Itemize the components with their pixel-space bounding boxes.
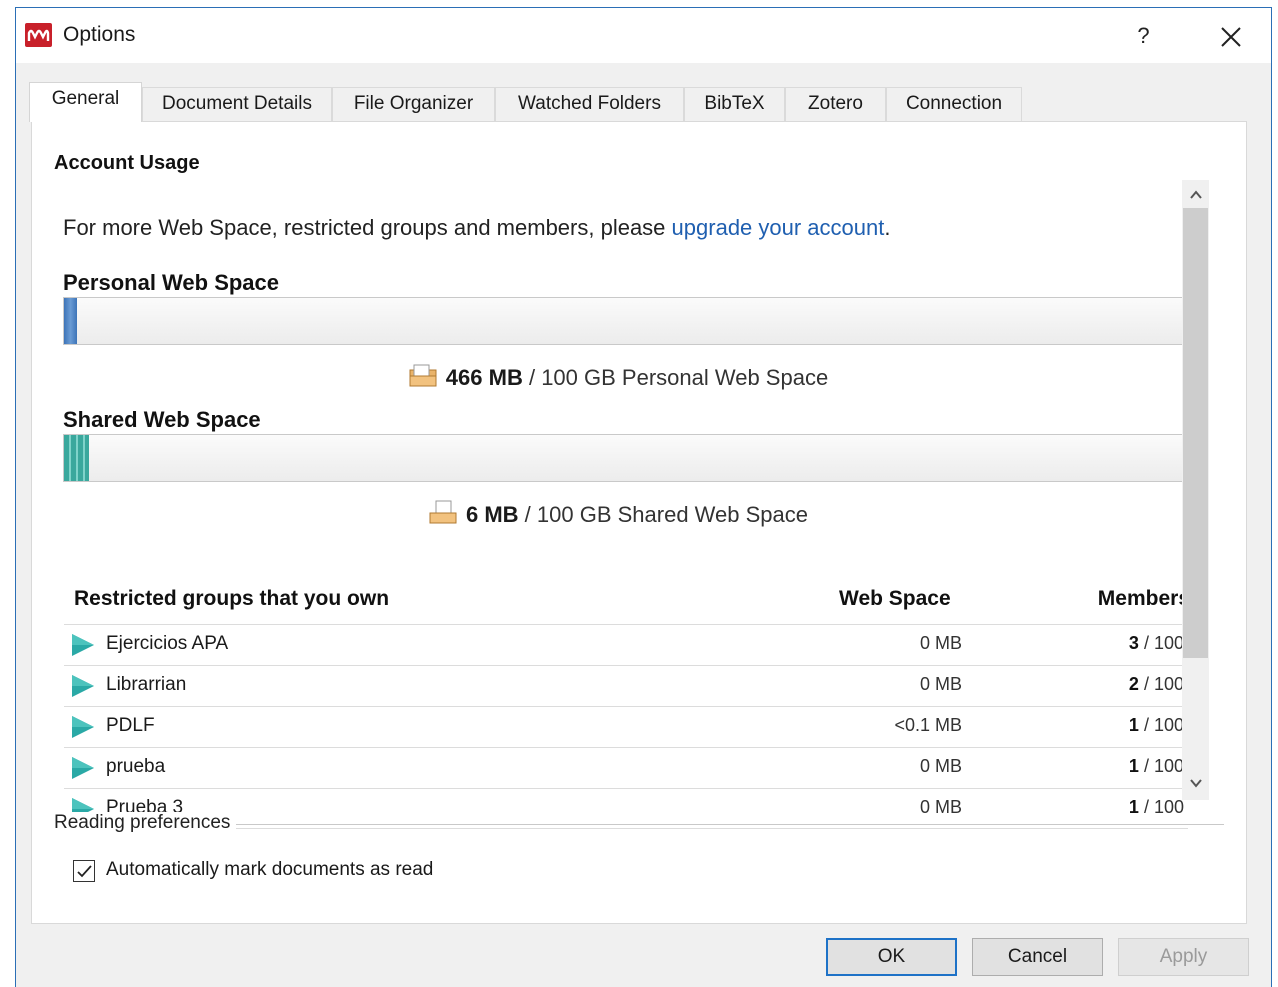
group-web-space: 0 MB bbox=[919, 633, 962, 653]
group-icon bbox=[72, 634, 94, 656]
tab-general[interactable]: General bbox=[29, 82, 142, 122]
group-members: 1 / 100 bbox=[1129, 715, 1184, 736]
tab-zotero[interactable]: Zotero bbox=[785, 87, 886, 121]
group-members-total: / 100 bbox=[1143, 633, 1184, 653]
group-web-space: <0.1 MB bbox=[894, 715, 962, 735]
personal-web-space-title: Personal Web Space bbox=[63, 270, 280, 295]
personal-used-value: 466 MB bbox=[445, 365, 523, 390]
group-icon bbox=[72, 675, 94, 697]
shared-web-space-bar-fill bbox=[64, 435, 89, 481]
window-title: Options bbox=[63, 23, 136, 46]
group-members-total: / 100 bbox=[1143, 756, 1184, 776]
group-members-count: 2 bbox=[1128, 674, 1139, 694]
personal-web-space-bar-fill bbox=[64, 298, 78, 344]
table-row[interactable]: prueba 0 MB 1 / 100 bbox=[64, 747, 1188, 788]
personal-usage-text: 466 MB / 100 GB Personal Web Space bbox=[48, 362, 1188, 391]
auto-mark-read-label[interactable]: Automatically mark documents as read bbox=[106, 859, 433, 881]
group-members-count: 1 bbox=[1128, 715, 1139, 735]
upgrade-info-suffix: . bbox=[884, 215, 891, 240]
group-icon bbox=[72, 716, 94, 738]
shared-usage-text: 6 MB / 100 GB Shared Web Space bbox=[48, 499, 1188, 528]
group-members-count: 1 bbox=[1128, 756, 1139, 776]
scroll-thumb[interactable] bbox=[1183, 208, 1208, 658]
personal-web-space-bar bbox=[63, 297, 1189, 345]
mendeley-logo-icon bbox=[25, 23, 52, 47]
account-usage-title: Account Usage bbox=[54, 152, 200, 174]
help-button[interactable]: ? bbox=[1121, 16, 1166, 56]
group-members: 3 / 100 bbox=[1129, 633, 1184, 654]
close-button[interactable] bbox=[1206, 16, 1256, 56]
group-members: 1 / 100 bbox=[1129, 797, 1184, 818]
group-members-total: / 100 bbox=[1143, 797, 1184, 817]
group-members: 2 / 100 bbox=[1129, 674, 1184, 695]
upgrade-info-text: For more Web Space, restricted groups an… bbox=[63, 215, 891, 241]
scroll-up-arrow-icon[interactable] bbox=[1189, 188, 1203, 202]
options-dialog: Options ? General Document Details File … bbox=[15, 7, 1272, 987]
shared-total-value: / 100 GB Shared Web Space bbox=[524, 502, 808, 527]
upgrade-account-link[interactable]: upgrade your account bbox=[672, 215, 885, 240]
checkmark-icon bbox=[77, 865, 92, 878]
table-row[interactable]: Librarrian 0 MB 2 / 100 bbox=[64, 665, 1188, 706]
groups-header-members: Members bbox=[1097, 587, 1190, 610]
tab-document-details[interactable]: Document Details bbox=[142, 87, 332, 121]
general-panel: Account Usage For more Web Space, restri… bbox=[31, 121, 1247, 924]
cancel-button[interactable]: Cancel bbox=[972, 938, 1103, 976]
personal-storage-icon bbox=[409, 364, 437, 387]
group-members-count: 1 bbox=[1128, 797, 1139, 817]
shared-storage-icon bbox=[429, 500, 457, 524]
groups-header-web-space: Web Space bbox=[839, 587, 951, 610]
close-icon bbox=[1221, 27, 1241, 47]
vertical-scrollbar[interactable] bbox=[1182, 180, 1209, 800]
title-bar: Options ? bbox=[16, 8, 1271, 63]
group-members: 1 / 100 bbox=[1129, 756, 1184, 777]
group-name: Librarrian bbox=[106, 674, 187, 695]
group-members-total: / 100 bbox=[1143, 674, 1184, 694]
group-members-total: / 100 bbox=[1143, 715, 1184, 735]
group-web-space: 0 MB bbox=[919, 674, 962, 694]
reading-preferences-label: Reading preferences bbox=[54, 812, 237, 834]
tab-file-organizer[interactable]: File Organizer bbox=[332, 87, 495, 121]
apply-button[interactable]: Apply bbox=[1118, 938, 1249, 976]
table-row[interactable]: Ejercicios APA 0 MB 3 / 100 bbox=[64, 624, 1188, 665]
tab-connection[interactable]: Connection bbox=[886, 87, 1022, 121]
shared-web-space-bar bbox=[63, 434, 1189, 482]
group-web-space: 0 MB bbox=[919, 797, 962, 817]
group-web-space: 0 MB bbox=[919, 756, 962, 776]
group-name: PDLF bbox=[106, 715, 155, 736]
group-name: prueba bbox=[106, 756, 166, 777]
shared-used-value: 6 MB bbox=[465, 502, 519, 527]
shared-web-space-title: Shared Web Space bbox=[63, 407, 261, 432]
table-row[interactable]: PDLF <0.1 MB 1 / 100 bbox=[64, 706, 1188, 747]
ok-button[interactable]: OK bbox=[826, 938, 957, 976]
tab-watched-folders[interactable]: Watched Folders bbox=[495, 87, 684, 121]
group-name: Ejercicios APA bbox=[106, 633, 229, 654]
upgrade-info-prefix: For more Web Space, restricted groups an… bbox=[63, 215, 672, 240]
auto-mark-read-checkbox[interactable] bbox=[73, 860, 95, 882]
account-usage-scroll-area[interactable]: For more Web Space, restricted groups an… bbox=[48, 182, 1226, 829]
tab-bibtex[interactable]: BibTeX bbox=[684, 87, 785, 121]
group-icon bbox=[72, 757, 94, 779]
personal-total-value: / 100 GB Personal Web Space bbox=[528, 365, 829, 390]
group-members-count: 3 bbox=[1128, 633, 1139, 653]
scroll-down-arrow-icon[interactable] bbox=[1189, 776, 1203, 790]
groups-header-name: Restricted groups that you own bbox=[74, 587, 390, 610]
